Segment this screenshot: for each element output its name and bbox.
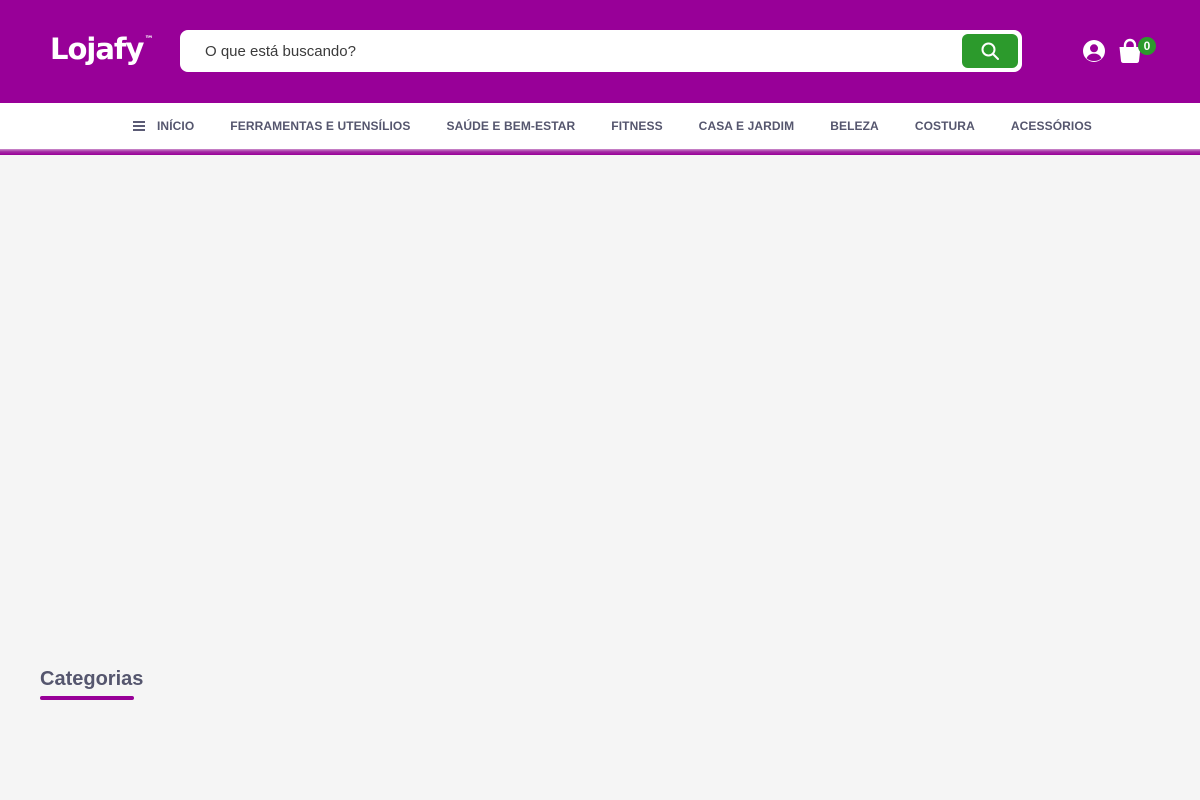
cart-count-badge: 0 [1138, 37, 1156, 55]
nav-item-costura[interactable]: COSTURA [915, 119, 975, 133]
category-nav: INÍCIO FERRAMENTAS E UTENSÍLIOS SAÚDE E … [0, 103, 1200, 149]
hamburger-menu-icon[interactable] [133, 121, 145, 131]
logo-trademark: ™ [144, 35, 154, 45]
search-bar [180, 30, 1022, 72]
nav-item-fitness[interactable]: FITNESS [611, 119, 662, 133]
user-icon[interactable] [1082, 39, 1106, 63]
nav-item-inicio[interactable]: INÍCIO [157, 119, 194, 133]
nav-item-casa-jardim[interactable]: CASA E JARDIM [699, 119, 795, 133]
nav-item-acessorios[interactable]: ACESSÓRIOS [1011, 119, 1092, 133]
site-header: Lojafy™ 0 [0, 0, 1200, 103]
categories-title-underline [40, 696, 134, 700]
site-logo[interactable]: Lojafy ™ [50, 32, 153, 68]
categories-title: Categorias [40, 668, 144, 690]
search-button[interactable] [962, 34, 1018, 68]
nav-item-ferramentas[interactable]: FERRAMENTAS E UTENSÍLIOS [230, 119, 410, 133]
nav-item-saude[interactable]: SAÚDE E BEM-ESTAR [446, 119, 575, 133]
nav-item-beleza[interactable]: BELEZA [830, 119, 879, 133]
logo-text: Lojafy [50, 32, 144, 66]
search-icon [981, 42, 999, 60]
hero-banner-area [0, 155, 1200, 645]
search-input[interactable] [180, 30, 960, 72]
